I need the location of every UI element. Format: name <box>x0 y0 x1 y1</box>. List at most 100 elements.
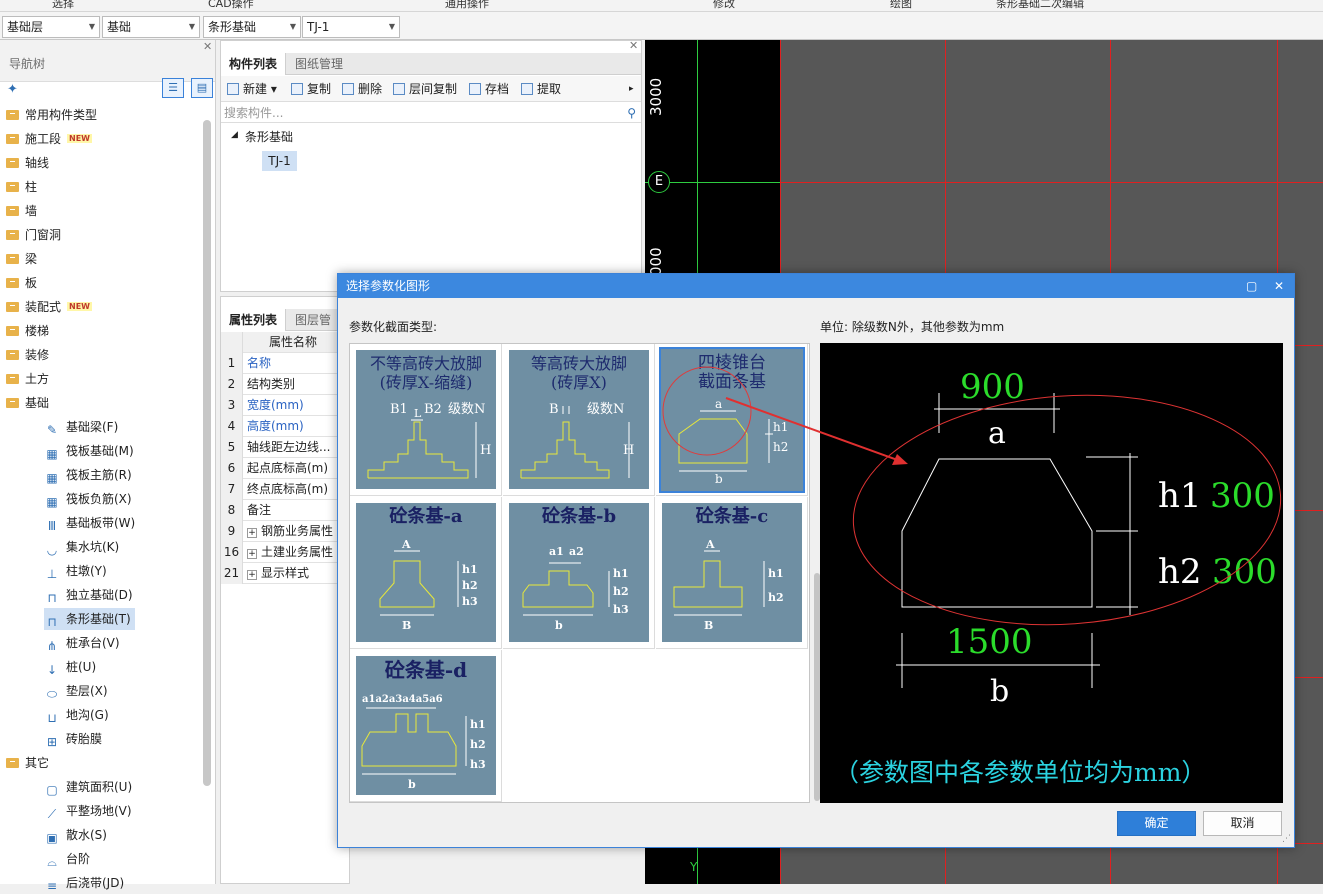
close-icon[interactable]: ✕ <box>1274 274 1284 298</box>
property-row[interactable]: 3 宽度(mm) <box>221 395 349 416</box>
nav-item[interactable]: ⊞ 砖胎膜 <box>44 728 102 750</box>
nav-item[interactable]: 板 <box>6 272 37 294</box>
grid-line <box>780 182 1323 183</box>
menu-common[interactable]: 通用操作 <box>445 0 489 11</box>
nav-item[interactable]: 墙 <box>6 200 37 222</box>
menu-select[interactable]: 选择 <box>52 0 74 11</box>
nav-item[interactable]: ▦ 筏板负筋(X) <box>44 488 131 510</box>
nav-item[interactable]: ⊥ 柱墩(Y) <box>44 560 107 582</box>
pin-icon[interactable]: ✦ <box>7 82 18 97</box>
property-row[interactable]: 8 备注 <box>221 500 349 521</box>
menu-strip-edit[interactable]: 条形基础二次编辑 <box>996 0 1084 11</box>
row-number: 6 <box>221 458 243 479</box>
ok-button[interactable]: 确定 <box>1117 811 1196 836</box>
type-combo[interactable]: 条形基础 ▼ <box>203 16 301 38</box>
category-combo[interactable]: 基础 ▼ <box>102 16 200 38</box>
nav-item[interactable]: 楼梯 <box>6 320 49 342</box>
nav-item[interactable]: ⌓ 台阶 <box>44 848 90 870</box>
nav-item[interactable]: ◡ 集水坑(K) <box>44 536 119 558</box>
expand-icon[interactable]: + <box>247 528 257 538</box>
folder-icon <box>6 230 19 240</box>
property-row[interactable]: 16 + 土建业务属性 <box>221 542 349 563</box>
copy-button[interactable]: 复制 <box>291 80 331 98</box>
nav-item[interactable]: ✎ 基础梁(F) <box>44 416 118 438</box>
nav-item[interactable]: 常用构件类型 <box>6 104 97 126</box>
nav-item[interactable]: 柱 <box>6 176 37 198</box>
shape-option[interactable]: 等高砖大放脚 (砖厚X) B 级数N H <box>503 344 655 496</box>
cancel-button[interactable]: 取消 <box>1203 811 1282 836</box>
menu-draw[interactable]: 绘图 <box>890 0 912 11</box>
nav-item[interactable]: ⊓ 条形基础(T) <box>44 608 135 630</box>
tab-component-list[interactable]: 构件列表 <box>221 53 287 75</box>
nav-item[interactable]: 门窗洞 <box>6 224 61 246</box>
nav-item[interactable]: 其它 <box>6 752 49 774</box>
nav-item[interactable]: 梁 <box>6 248 37 270</box>
nav-item[interactable]: ▢ 建筑面积(U) <box>44 776 132 798</box>
nav-item-label: 土方 <box>25 372 50 386</box>
nav-item[interactable]: 装修 <box>6 344 49 366</box>
shape-option[interactable]: 砼条基-b a1 a2 h1 h2 h3 b <box>503 497 655 649</box>
component-icon: ⊓ <box>47 615 57 629</box>
floor-combo[interactable]: 基础层 ▼ <box>2 16 100 38</box>
nav-item[interactable]: Ⅲ 基础板带(W) <box>44 512 135 534</box>
expand-icon[interactable]: + <box>247 570 257 580</box>
shape-option[interactable]: 砼条基-a A h1 h2 h3 B <box>350 497 502 649</box>
property-row[interactable]: 5 轴线距左边线... <box>221 437 349 458</box>
nav-item[interactable]: ⊔ 地沟(G) <box>44 704 108 726</box>
shape-thumbnail: 砼条基-c A h1 h2 B <box>662 503 802 642</box>
property-row[interactable]: 6 起点底标高(m) <box>221 458 349 479</box>
nav-item-label: 筏板主筋(R) <box>66 468 132 482</box>
menu-cad[interactable]: CAD操作 <box>208 0 254 11</box>
property-row[interactable]: 4 高度(mm) <box>221 416 349 437</box>
property-row[interactable]: 9 + 钢筋业务属性 <box>221 521 349 542</box>
property-row[interactable]: 1 名称 <box>221 353 349 374</box>
property-row[interactable]: 7 终点底标高(m) <box>221 479 349 500</box>
floor-copy-button[interactable]: 层间复制 <box>393 80 457 98</box>
nav-item[interactable]: ⟋ 平整场地(V) <box>44 800 132 822</box>
dimension-label: 000 <box>647 247 665 276</box>
nav-scrollbar[interactable] <box>203 120 211 786</box>
collapse-icon[interactable]: ◢ <box>231 130 238 140</box>
maximize-icon[interactable]: ▢ <box>1246 274 1257 298</box>
extract-button[interactable]: 提取 <box>521 80 561 98</box>
nav-item[interactable]: 施工段 NEW <box>6 128 92 150</box>
tab-property-list[interactable]: 属性列表 <box>221 309 287 331</box>
component-search-input[interactable]: 搜索构件... ⚲ <box>221 103 641 123</box>
nav-item[interactable]: ≡ 后浇带(JD) <box>44 872 124 894</box>
menu-modify[interactable]: 修改 <box>713 0 735 11</box>
shape-option-selected[interactable]: 四棱锥台 截面条基 a h1 h2 b <box>656 344 808 496</box>
component-combo[interactable]: TJ-1 ▼ <box>302 16 400 38</box>
close-icon[interactable]: ✕ <box>629 39 638 52</box>
close-icon[interactable]: ✕ <box>203 40 212 53</box>
shape-option[interactable]: 砼条基-d a1a2a3a4a5a6 h1 h2 h3 b <box>350 650 502 802</box>
tab-drawing-manage[interactable]: 图纸管理 <box>287 53 351 75</box>
shape-option[interactable]: 不等高砖大放脚 (砖厚X-缩缝) B1 L B2 级数N H <box>350 344 502 496</box>
grid-view-icon[interactable]: ▤ <box>191 78 213 98</box>
resize-grip-icon[interactable]: ⋰ <box>1282 834 1291 844</box>
new-button[interactable]: 新建 ▾ <box>227 80 277 98</box>
expand-icon[interactable]: + <box>247 549 257 559</box>
delete-button[interactable]: 删除 <box>342 80 382 98</box>
list-view-icon[interactable]: ☰ <box>162 78 184 98</box>
nav-item[interactable]: 装配式 NEW <box>6 296 92 318</box>
nav-item[interactable]: ⊓ 独立基础(D) <box>44 584 132 606</box>
nav-item[interactable]: ↓ 桩(U) <box>44 656 96 678</box>
nav-item[interactable]: 基础 <box>6 392 49 414</box>
save-button[interactable]: 存档 <box>469 80 509 98</box>
tree-item-tj1[interactable]: TJ-1 <box>262 151 297 171</box>
shape-option[interactable]: 砼条基-c A h1 h2 B <box>656 497 808 649</box>
property-row[interactable]: 21 + 显示样式 <box>221 563 349 584</box>
nav-item[interactable]: ▣ 散水(S) <box>44 824 107 846</box>
nav-item[interactable]: ▦ 筏板基础(M) <box>44 440 133 462</box>
label-b: b <box>555 619 563 632</box>
nav-item[interactable]: ▦ 筏板主筋(R) <box>44 464 132 486</box>
nav-item[interactable]: ⬭ 垫层(X) <box>44 680 108 702</box>
tree-root[interactable]: 条形基础 <box>245 128 293 145</box>
nav-item[interactable]: 轴线 <box>6 152 49 174</box>
nav-item-label: 桩承台(V) <box>66 636 120 650</box>
property-row[interactable]: 2 结构类别 <box>221 374 349 395</box>
nav-item-label: 桩(U) <box>66 660 97 674</box>
nav-item[interactable]: ⋔ 桩承台(V) <box>44 632 120 654</box>
more-icon[interactable]: ▸ <box>629 80 634 98</box>
nav-item[interactable]: 土方 <box>6 368 49 390</box>
